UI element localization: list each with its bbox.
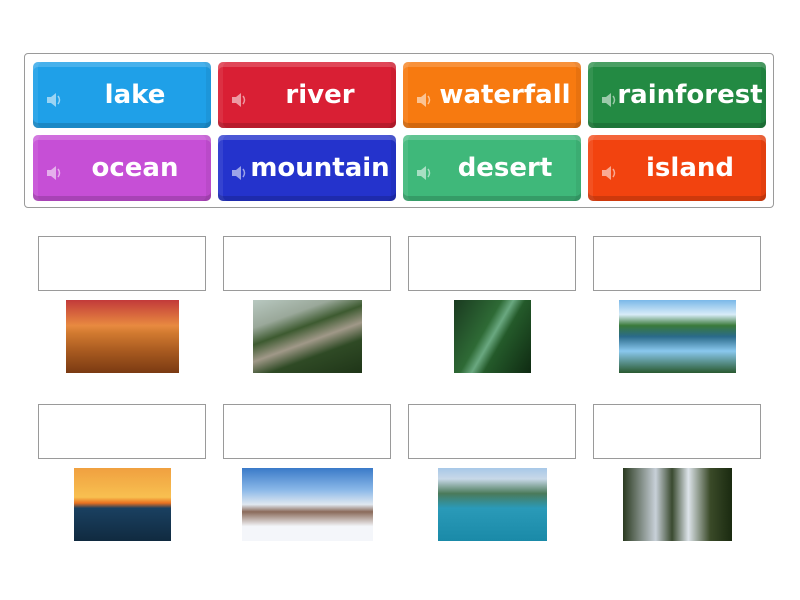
tile-label: mountain — [250, 153, 390, 183]
word-tile-island[interactable]: island — [588, 135, 766, 201]
tile-label: river — [285, 80, 355, 110]
speaker-icon[interactable] — [415, 159, 433, 180]
image-ocean-sunset — [74, 468, 171, 541]
drop-box[interactable] — [593, 236, 761, 291]
image-lake — [619, 300, 736, 373]
word-tile-ocean[interactable]: ocean — [33, 135, 211, 201]
drop-box[interactable] — [223, 404, 391, 459]
speaker-icon[interactable] — [45, 159, 63, 180]
speaker-icon[interactable] — [230, 86, 248, 107]
speaker-icon[interactable] — [600, 159, 618, 180]
image-island — [438, 468, 547, 541]
image-river — [253, 300, 362, 373]
image-mountain — [242, 468, 373, 541]
word-tile-waterfall[interactable]: waterfall — [403, 62, 581, 128]
speaker-icon[interactable] — [230, 159, 248, 180]
speaker-icon[interactable] — [600, 86, 618, 107]
speaker-icon[interactable] — [415, 86, 433, 107]
drop-box[interactable] — [223, 236, 391, 291]
tile-label: ocean — [91, 153, 179, 183]
drop-box[interactable] — [593, 404, 761, 459]
drop-box[interactable] — [408, 236, 576, 291]
image-waterfall — [623, 468, 732, 541]
tile-label: desert — [457, 153, 553, 183]
word-tile-river[interactable]: river — [218, 62, 396, 128]
word-tile-lake[interactable]: lake — [33, 62, 211, 128]
drop-box[interactable] — [408, 404, 576, 459]
tile-label: waterfall — [439, 80, 571, 110]
drop-box[interactable] — [38, 236, 206, 291]
image-rainforest — [454, 300, 531, 373]
speaker-icon[interactable] — [45, 86, 63, 107]
tile-label: lake — [104, 80, 166, 110]
drop-box[interactable] — [38, 404, 206, 459]
word-tile-desert[interactable]: desert — [403, 135, 581, 201]
image-desert — [66, 300, 179, 373]
word-tile-rainforest[interactable]: rainforest — [588, 62, 766, 128]
tile-label: island — [646, 153, 734, 183]
word-tile-mountain[interactable]: mountain — [218, 135, 396, 201]
